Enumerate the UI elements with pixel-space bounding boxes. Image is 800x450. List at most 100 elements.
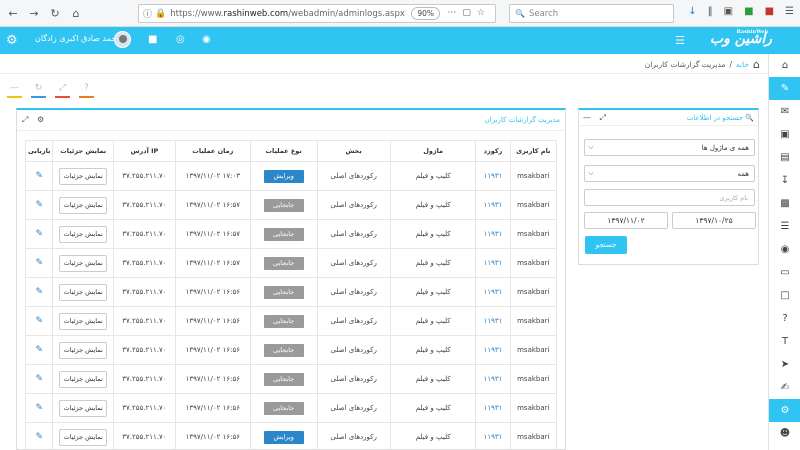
- op-cell: جابجایی: [249, 364, 318, 394]
- avatar[interactable]: [114, 31, 131, 48]
- details-button[interactable]: نمایش جزئیات: [59, 341, 108, 359]
- extension-icon-2[interactable]: ■: [765, 6, 774, 17]
- panel-controls-icon[interactable]: — ⤢: [583, 113, 609, 123]
- user-nav-icon[interactable]: ☻: [769, 422, 800, 445]
- details-button[interactable]: نمایش جزئیات: [59, 283, 108, 301]
- file-nav-icon[interactable]: ▤: [769, 146, 800, 169]
- restore-cell: ✎: [24, 422, 54, 449]
- details-button[interactable]: نمایش جزئیات: [59, 428, 108, 446]
- home-nav-icon[interactable]: ⌂: [769, 54, 800, 77]
- chat-icon[interactable]: ■: [148, 34, 157, 45]
- panel-controls-icon[interactable]: ⤢ ⚙: [22, 115, 47, 125]
- record-cell[interactable]: ۱۱۹۳۱: [475, 248, 511, 278]
- pencil-icon[interactable]: ✎: [35, 171, 43, 181]
- column-header: نام کاربری: [509, 140, 558, 162]
- restore-cell: ✎: [24, 277, 54, 307]
- module-select[interactable]: ⌵ همه ی ماژول ها: [584, 139, 755, 156]
- collapse-icon[interactable]: —: [7, 83, 22, 98]
- book-nav-icon[interactable]: □: [769, 284, 800, 307]
- mail-nav-icon[interactable]: ✉: [769, 100, 800, 123]
- module-cell: کلیپ و فیلم: [389, 190, 477, 220]
- table-body: ✎ نمایش جزئیات ۳۷.۲۵۵.۲۱۱.۷۰ ۱۳۹۷/۱۱/۰۲ ۱۷:…: [24, 161, 558, 449]
- time-cell: ۱۳۹۷/۱۱/۰۲ ۱۶:۵۶: [174, 277, 251, 307]
- zoom-level[interactable]: 90%: [411, 7, 440, 20]
- column-header: نمایش جزئیات: [52, 140, 114, 162]
- hamburger-icon[interactable]: ☰: [675, 34, 685, 47]
- pencil-icon[interactable]: ✎: [35, 229, 43, 239]
- record-cell[interactable]: ۱۱۹۳۱: [475, 161, 511, 191]
- browser-search-input[interactable]: 🔍 Search: [509, 4, 674, 23]
- pencil-icon[interactable]: ✎: [35, 374, 43, 384]
- page-actions-icon[interactable]: ⋯▢☆: [447, 8, 491, 18]
- edit-nav-icon[interactable]: ✍: [769, 376, 800, 399]
- type-select[interactable]: ⌵ همه: [584, 165, 755, 182]
- username-input[interactable]: نام کاربری: [584, 189, 755, 206]
- camera-nav-icon[interactable]: ◉: [769, 238, 800, 261]
- menu-icon[interactable]: ☰: [785, 6, 794, 17]
- pencil-icon[interactable]: ✎: [35, 403, 43, 413]
- user-cell: msakbari: [509, 393, 558, 423]
- date-from-input[interactable]: ۱۳۹۷/۱۰/۲۵: [672, 212, 756, 229]
- record-cell[interactable]: ۱۱۹۳۱: [475, 277, 511, 307]
- sidebar-icon[interactable]: ▣: [724, 6, 733, 17]
- details-button[interactable]: نمایش جزئیات: [59, 167, 108, 185]
- user-name[interactable]: محمد صادق اکبری زادگان: [35, 34, 121, 43]
- pencil-nav-icon[interactable]: ✎: [769, 77, 800, 100]
- record-cell[interactable]: ۱۱۹۳۱: [475, 422, 511, 449]
- pencil-icon[interactable]: ✎: [35, 432, 43, 442]
- details-button[interactable]: نمایش جزئیات: [59, 370, 108, 388]
- details-button[interactable]: نمایش جزئیات: [59, 225, 108, 243]
- details-cell: نمایش جزئیات: [52, 364, 114, 394]
- details-button[interactable]: نمایش جزئیات: [59, 254, 108, 272]
- record-cell[interactable]: ۱۱۹۳۱: [475, 190, 511, 220]
- fullscreen-icon[interactable]: ⤢: [55, 83, 70, 98]
- help-icon[interactable]: ?: [79, 83, 94, 98]
- globe-icon[interactable]: ◉: [202, 34, 211, 45]
- library-icon[interactable]: ‖: [708, 6, 713, 17]
- details-cell: نمایش جزئیات: [52, 248, 114, 278]
- pencil-icon[interactable]: ✎: [35, 258, 43, 268]
- cart-nav-icon[interactable]: ☰: [769, 215, 800, 238]
- ip-cell: ۳۷.۲۵۵.۲۱۱.۷۰: [113, 335, 176, 365]
- mini-toolbar: — ↻ ⤢ ?: [7, 83, 94, 98]
- pencil-icon[interactable]: ✎: [35, 345, 43, 355]
- details-button[interactable]: نمایش جزئیات: [59, 312, 108, 330]
- image-nav-icon[interactable]: ▣: [769, 123, 800, 146]
- logo[interactable]: RashinWeb راشین وب: [710, 29, 772, 47]
- forward-icon[interactable]: →: [26, 5, 42, 21]
- record-cell[interactable]: ۱۱۹۳۱: [475, 306, 511, 336]
- address-bar[interactable]: ⓘ 🔒 https://www.rashinweb.com/webadmin/a…: [138, 4, 496, 23]
- gear-icon[interactable]: ⚙: [6, 33, 18, 48]
- record-cell[interactable]: ۱۱۹۳۱: [475, 219, 511, 249]
- home-icon[interactable]: ⌂: [68, 5, 84, 21]
- refresh-icon[interactable]: ↻: [31, 83, 46, 98]
- extension-icon[interactable]: ■: [744, 6, 753, 17]
- settings-nav-icon[interactable]: ⚙: [769, 399, 800, 422]
- reload-icon[interactable]: ↻: [47, 5, 63, 21]
- record-cell[interactable]: ۱۱۹۳۱: [475, 364, 511, 394]
- date-to-input[interactable]: ۱۳۹۷/۱۱/۰۲: [584, 212, 668, 229]
- breadcrumb-home[interactable]: خانه: [736, 60, 749, 69]
- section-cell: رکوردهای اصلی: [316, 335, 391, 365]
- record-cell[interactable]: ۱۱۹۳۱: [475, 393, 511, 423]
- pencil-icon[interactable]: ✎: [35, 287, 43, 297]
- pencil-icon[interactable]: ✎: [35, 200, 43, 210]
- section-cell: رکوردهای اصلی: [316, 161, 391, 191]
- text-nav-icon[interactable]: T: [769, 330, 800, 353]
- search-button[interactable]: جستجو: [585, 236, 627, 254]
- record-cell[interactable]: ۱۱۹۳۱: [475, 335, 511, 365]
- home-icon[interactable]: ⌂: [753, 58, 760, 71]
- user-cell: msakbari: [509, 306, 558, 336]
- back-icon[interactable]: ←: [5, 5, 21, 21]
- details-button[interactable]: نمایش جزئیات: [59, 399, 108, 417]
- pencil-icon[interactable]: ✎: [35, 316, 43, 326]
- pin-nav-icon[interactable]: ➤: [769, 353, 800, 376]
- monitor-nav-icon[interactable]: ▭: [769, 261, 800, 284]
- save-nav-icon[interactable]: ▩: [769, 192, 800, 215]
- messages-icon[interactable]: ◎: [176, 34, 185, 45]
- download-icon[interactable]: ↓: [688, 6, 696, 17]
- details-button[interactable]: نمایش جزئیات: [59, 196, 108, 214]
- download-nav-icon[interactable]: ↧: [769, 169, 800, 192]
- question-nav-icon[interactable]: ?: [769, 307, 800, 330]
- user-cell: msakbari: [509, 219, 558, 249]
